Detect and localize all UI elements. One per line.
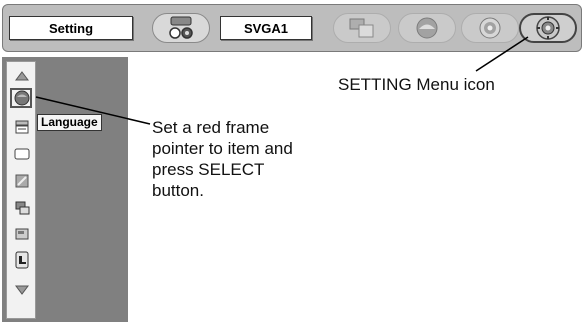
instruction-line: pointer to item and [152,139,293,158]
instruction-annotation: Set a red frame pointer to item and pres… [152,117,293,201]
setting-icon-annotation: SETTING Menu icon [338,75,495,94]
setting-icon-leader-line [475,36,529,72]
pointer-leader-line [35,96,151,125]
instruction-line: button. [152,181,204,200]
instruction-line: press SELECT [152,160,265,179]
instruction-line: Set a red frame [152,118,270,137]
